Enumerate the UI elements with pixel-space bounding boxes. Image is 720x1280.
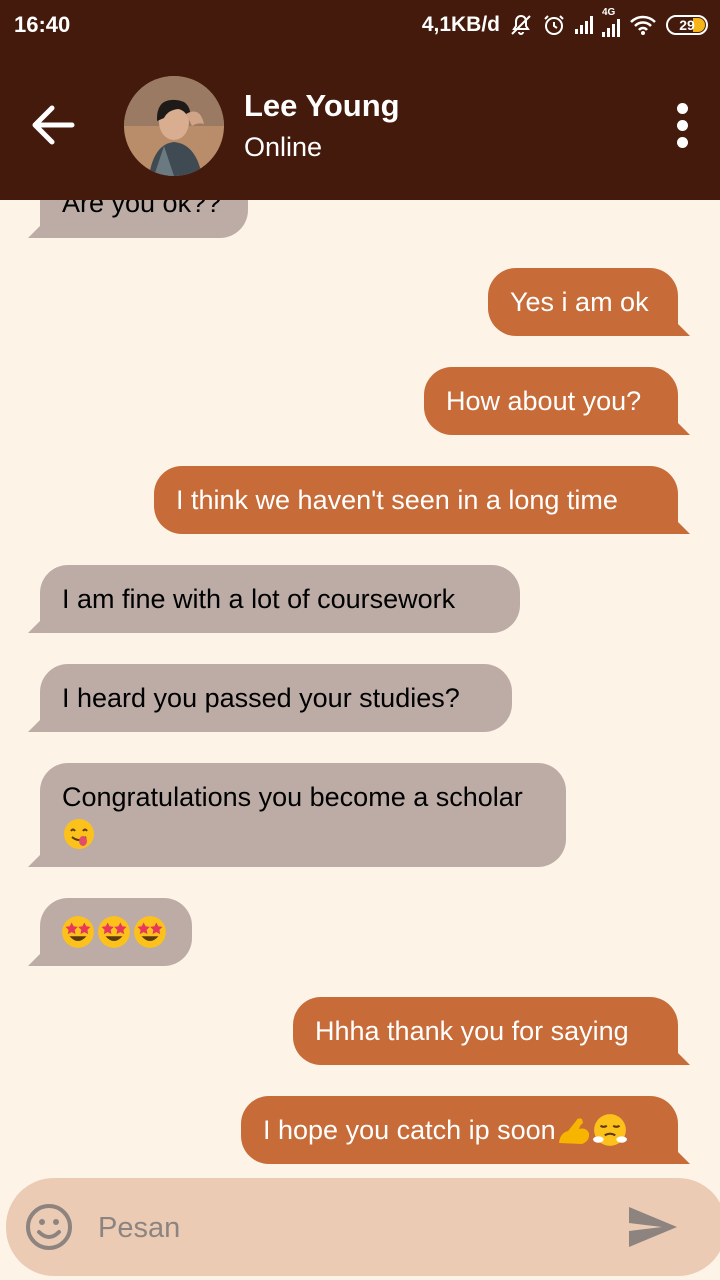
star-struck-emoji-icon [134,916,166,948]
status-bar: 16:40 4,1KB/d 4G 29 [0,0,720,50]
message-text: Yes i am ok [510,287,649,317]
emoji-button[interactable] [24,1202,74,1252]
message-text: Congratulations you become a scholar [62,779,544,852]
network-type: 4G [602,7,616,18]
send-icon [629,1207,677,1247]
alarm-icon [544,15,564,35]
flexed-biceps-emoji-icon [558,1118,589,1144]
battery-icon: 29 [666,15,708,35]
smiley-icon [26,1204,72,1250]
more-options-button[interactable] [664,100,700,152]
message-composer [6,1178,720,1276]
yum-face-emoji-icon [64,819,94,850]
star-struck-emoji-icon [62,916,94,948]
arrow-left-icon [32,105,75,145]
message-bubble[interactable]: I think we haven't seen in a long time [154,466,690,534]
contact-name: Lee Young [244,88,400,123]
message-bubble[interactable]: I hope you catch ip soon [241,1096,690,1164]
message-input[interactable] [96,1206,600,1250]
message-bubble[interactable]: Yes i am ok [488,268,690,336]
notifications-off-icon [511,14,531,35]
message-list[interactable]: Are you ok?? Yes i am ok How about you? … [0,200,720,1175]
more-vert-icon [664,103,700,148]
message-text: I am fine with a lot of coursework [62,584,456,614]
message-bubble[interactable]: Hhha thank you for saying [293,997,690,1065]
back-button[interactable] [28,98,78,152]
status-icons: 4,1KB/d 4G 29 [421,7,708,40]
contact-avatar[interactable] [124,76,224,176]
steam-face-emoji-icon [592,1114,627,1146]
contact-status: Online [244,132,323,162]
message-text: How about you? [446,386,642,416]
message-bubble[interactable]: How about you? [424,367,690,435]
battery-level: 29 [679,17,695,33]
message-bubble[interactable]: I am fine with a lot of coursework [28,565,520,633]
star-struck-emoji-icon [98,916,130,948]
message-bubble[interactable]: I heard you passed your studies? [28,664,512,732]
message-bubble[interactable]: Congratulations you become a scholar [28,763,566,867]
message-text: I think we haven't seen in a long time [176,485,618,515]
message-bubble[interactable]: Are you ok?? [28,200,248,238]
avatar-photo [124,76,224,176]
message-text: I hope you catch ip soon [263,1115,556,1145]
message-text: Are you ok?? [62,200,222,218]
signal-4g-icon: 4G [602,7,620,37]
app-header: 16:40 4,1KB/d 4G 29 Lee Young Online [0,0,720,200]
signal-icon [575,16,593,34]
wifi-icon [630,15,656,35]
network-speed: 4,1KB/d [421,13,500,36]
message-text-content: Congratulations you become a scholar [62,781,523,812]
send-button[interactable] [626,1204,680,1250]
message-text: Hhha thank you for saying [315,1016,629,1046]
message-bubble[interactable] [28,898,192,966]
message-text: I heard you passed your studies? [62,683,460,713]
status-time: 16:40 [14,12,71,37]
